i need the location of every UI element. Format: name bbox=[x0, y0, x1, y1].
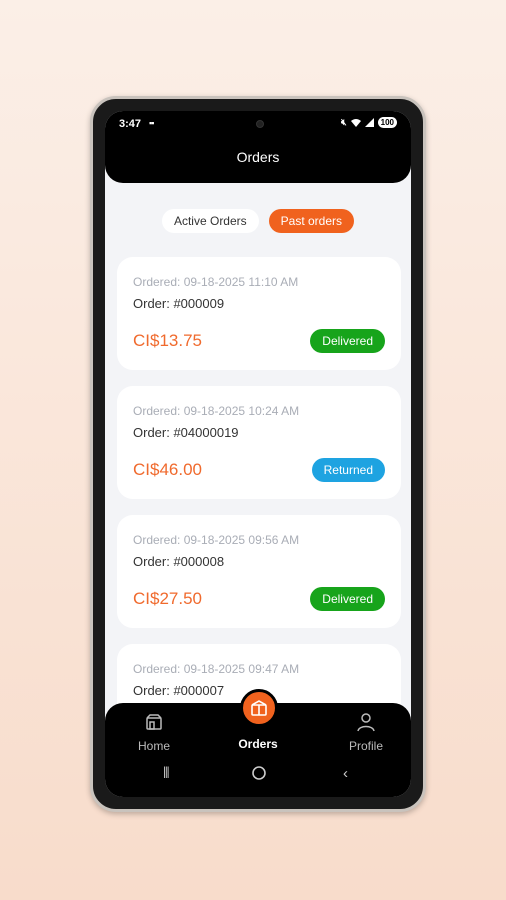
order-price: CI$27.50 bbox=[133, 589, 202, 608]
status-icons: 🔇︎ 100 bbox=[341, 117, 397, 128]
order-date: Ordered: 09-18-2025 11:10 AM bbox=[133, 275, 299, 289]
page-title: Orders bbox=[236, 149, 280, 165]
order-number: Order: #000007 bbox=[133, 683, 225, 698]
orders-fab[interactable] bbox=[240, 689, 278, 727]
system-navigation: ⦀ ‹ bbox=[105, 765, 411, 785]
nav-profile-label: Profile bbox=[348, 739, 383, 753]
home-circle-icon[interactable] bbox=[251, 765, 267, 785]
tab-past-orders[interactable]: Past orders bbox=[268, 209, 355, 233]
order-date: Ordered: 09-18-2025 10:24 AM bbox=[133, 404, 300, 418]
battery-indicator: 100 bbox=[377, 117, 397, 128]
status-bar: 3:47 ▪▪ 🔇︎ 100 bbox=[105, 117, 411, 133]
order-number: Order: #000008 bbox=[133, 554, 225, 569]
signal-icon bbox=[364, 118, 374, 127]
front-camera bbox=[256, 120, 264, 128]
order-date: Ordered: 09-18-2025 09:47 AM bbox=[133, 662, 300, 676]
status-badge: Delivered bbox=[310, 587, 385, 611]
nav-home[interactable]: Home bbox=[119, 711, 189, 753]
top-app-bar: 3:47 ▪▪ 🔇︎ 100 Orders bbox=[105, 111, 411, 183]
order-card[interactable]: Ordered: 09-18-2025 09:56 AM Order: #000… bbox=[117, 515, 401, 628]
nav-profile[interactable]: Profile bbox=[331, 711, 401, 753]
order-tabs: Active Orders Past orders bbox=[105, 209, 411, 233]
order-number: Order: #04000019 bbox=[133, 425, 239, 440]
nav-home-label: Home bbox=[137, 739, 170, 753]
order-card[interactable]: Ordered: 09-18-2025 10:24 AM Order: #040… bbox=[117, 386, 401, 499]
order-card[interactable]: Ordered: 09-18-2025 11:10 AM Order: #000… bbox=[117, 257, 401, 370]
app-screen: 3:47 ▪▪ 🔇︎ 100 Orders Active Orders Past… bbox=[105, 111, 411, 797]
order-date: Ordered: 09-18-2025 09:56 AM bbox=[133, 533, 300, 547]
nav-orders-label: Orders bbox=[238, 737, 278, 751]
tab-active-orders[interactable]: Active Orders bbox=[161, 209, 259, 233]
status-badge: Delivered bbox=[310, 329, 385, 353]
home-store-icon bbox=[119, 711, 189, 733]
back-chevron-icon[interactable]: ‹ bbox=[343, 765, 348, 782]
notification-grid-icon: ▪▪ bbox=[149, 118, 154, 128]
mute-icon: 🔇︎ bbox=[340, 117, 347, 127]
bottom-navigation: Home Orders Profile ⦀ ‹ bbox=[105, 689, 411, 797]
profile-person-icon bbox=[331, 711, 401, 733]
recent-apps-icon[interactable]: ⦀ bbox=[163, 765, 170, 782]
wifi-icon bbox=[350, 119, 361, 127]
phone-frame: 3:47 ▪▪ 🔇︎ 100 Orders Active Orders Past… bbox=[90, 96, 426, 812]
status-badge: Returned bbox=[311, 458, 385, 482]
order-number: Order: #000009 bbox=[133, 296, 225, 311]
nav-orders[interactable]: Orders bbox=[223, 737, 293, 751]
order-price: CI$46.00 bbox=[133, 460, 202, 479]
order-price: CI$13.75 bbox=[133, 331, 202, 350]
status-time: 3:47 bbox=[119, 118, 142, 130]
orders-box-icon bbox=[251, 700, 267, 716]
